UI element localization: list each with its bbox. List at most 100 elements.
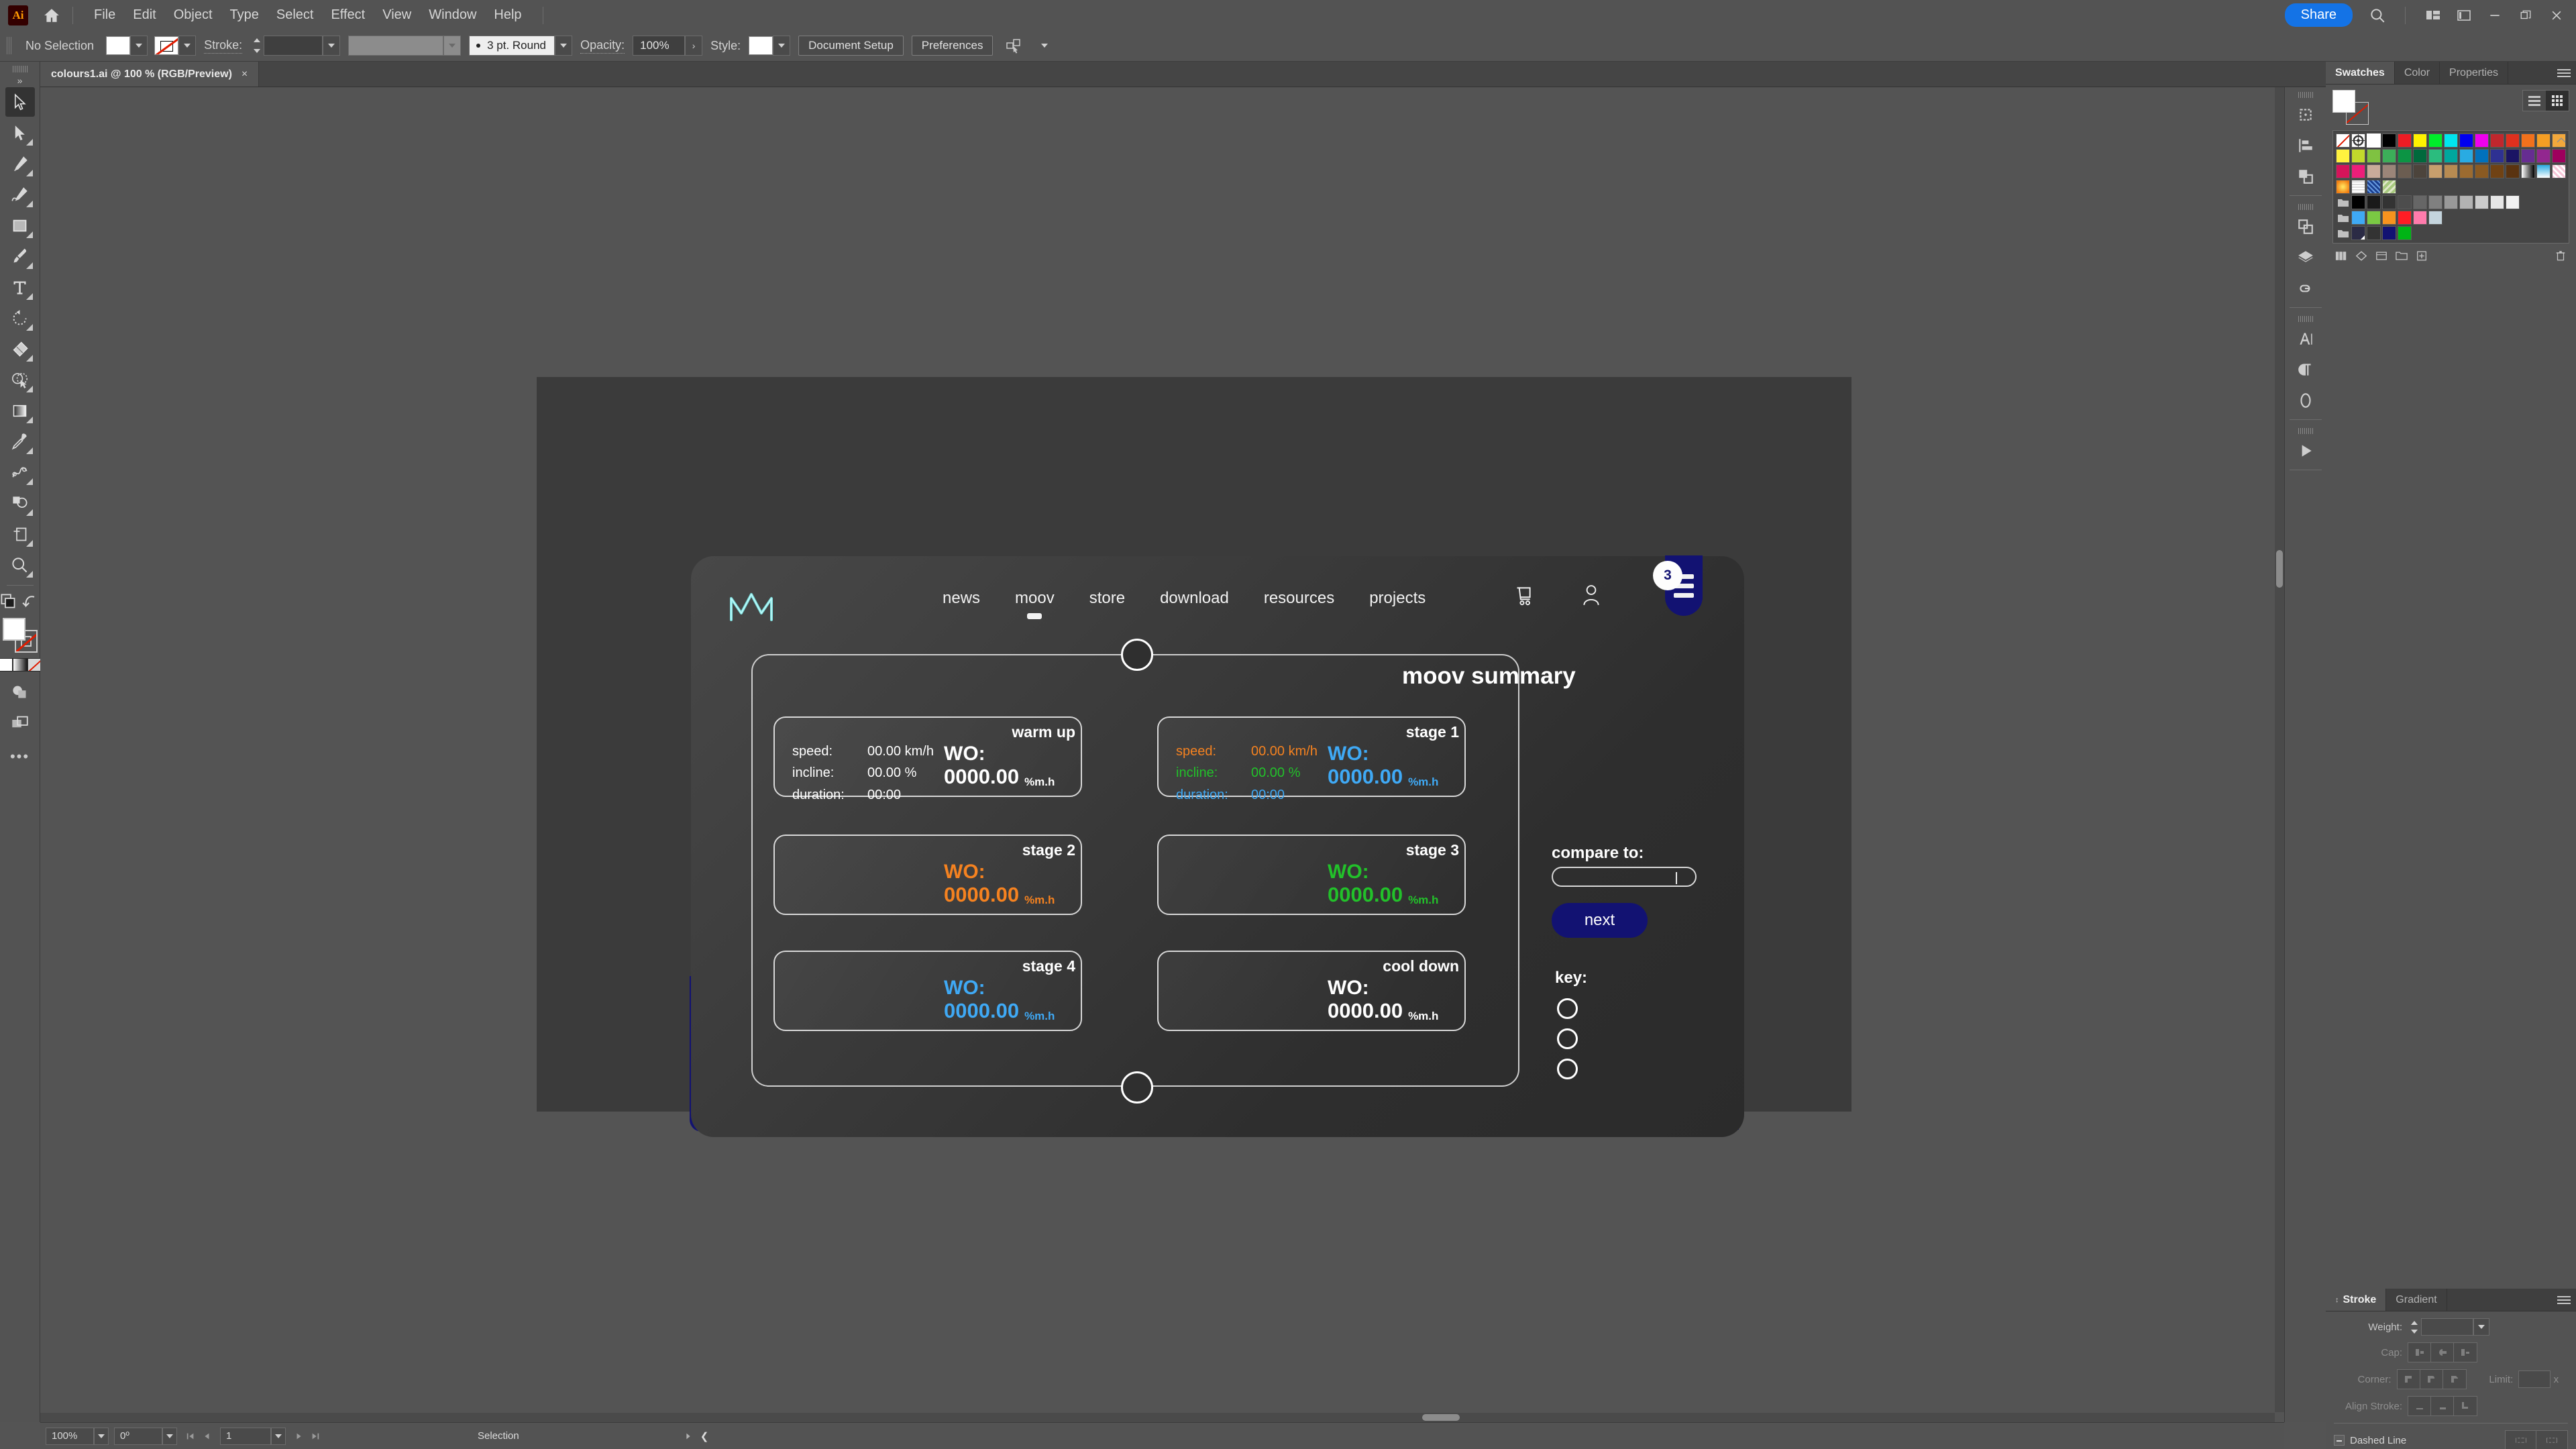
swatch-brand-pink[interactable] bbox=[2413, 211, 2427, 225]
swatch-dark-red[interactable] bbox=[2490, 133, 2504, 148]
weight-dropdown[interactable] bbox=[2473, 1318, 2489, 1336]
swatch-dark-brown[interactable] bbox=[2506, 164, 2520, 178]
swatch-grey-20[interactable] bbox=[2382, 195, 2396, 209]
swatch-brand-green[interactable] bbox=[2367, 211, 2381, 225]
key-swatch-2[interactable] bbox=[1557, 1028, 1578, 1049]
cart-icon[interactable] bbox=[1513, 584, 1533, 610]
swatch-options-icon[interactable] bbox=[2373, 248, 2390, 264]
compare-to-input[interactable] bbox=[1552, 867, 1697, 887]
bevel-join-button[interactable] bbox=[2443, 1370, 2466, 1389]
color-mode-gradient[interactable] bbox=[12, 658, 28, 672]
swatch-none[interactable] bbox=[2336, 133, 2350, 148]
share-button[interactable]: Share bbox=[2284, 3, 2353, 27]
variable-width-dropdown[interactable] bbox=[443, 36, 462, 56]
rail-grip-4[interactable] bbox=[2298, 428, 2313, 434]
nav-link-store[interactable]: store bbox=[1089, 589, 1125, 608]
swatch-blue[interactable] bbox=[2459, 133, 2473, 148]
swatch-pattern-dots[interactable] bbox=[2351, 180, 2365, 194]
swatch-umber[interactable] bbox=[2398, 164, 2412, 178]
workspace-switcher-icon[interactable] bbox=[2453, 4, 2475, 27]
stroke-color-dropdown[interactable] bbox=[178, 36, 197, 56]
menu-window[interactable]: Window bbox=[420, 5, 485, 25]
swatch-bronze[interactable] bbox=[2459, 164, 2473, 178]
horizontal-scroll-thumb[interactable] bbox=[1422, 1414, 1460, 1421]
align-center-button[interactable] bbox=[2408, 1397, 2431, 1415]
key-swatch-1[interactable] bbox=[1557, 998, 1578, 1019]
swatch-grey-70[interactable] bbox=[2459, 195, 2473, 209]
swatch-caramel[interactable] bbox=[2444, 164, 2458, 178]
card-stage-4[interactable]: stage 4 WO: 0000.00 %m.h bbox=[773, 951, 1082, 1031]
swatch-forest[interactable] bbox=[2398, 149, 2412, 163]
maximize-button[interactable] bbox=[2510, 5, 2541, 26]
canvas-vertical-scrollbar[interactable] bbox=[2275, 87, 2284, 1412]
direct-selection-tool[interactable] bbox=[5, 118, 35, 148]
actions-panel-icon[interactable] bbox=[2290, 435, 2321, 466]
stroke-weight-stepper[interactable] bbox=[250, 35, 264, 56]
swatch-pattern-pink[interactable] bbox=[2552, 164, 2566, 178]
nav-link-moov[interactable]: moov bbox=[1015, 589, 1055, 608]
fill-color-dropdown[interactable] bbox=[130, 36, 148, 56]
transform-panel-icon[interactable] bbox=[2290, 211, 2321, 242]
moov-logo-icon[interactable] bbox=[728, 586, 775, 624]
select-similar-objects-icon[interactable] bbox=[1002, 34, 1025, 57]
gradient-tool[interactable] bbox=[5, 396, 35, 425]
pen-tool[interactable] bbox=[5, 149, 35, 178]
swatch-dark-slate[interactable] bbox=[2351, 226, 2365, 240]
align-panel-icon[interactable] bbox=[2290, 130, 2321, 161]
swatch-sand[interactable] bbox=[2367, 164, 2381, 178]
butt-cap-button[interactable] bbox=[2408, 1343, 2431, 1362]
tab-stroke[interactable]: ↕ Stroke bbox=[2326, 1289, 2387, 1311]
drawing-modes-icon[interactable] bbox=[5, 677, 35, 706]
weight-field[interactable] bbox=[2421, 1318, 2473, 1336]
swatch-violet[interactable] bbox=[2521, 149, 2535, 163]
swatch-pattern-blue[interactable] bbox=[2367, 180, 2381, 194]
links-panel-icon[interactable] bbox=[2290, 273, 2321, 304]
swatch-red[interactable] bbox=[2398, 133, 2412, 148]
artboard-number-field[interactable]: 1 bbox=[220, 1427, 271, 1445]
swatch-scarlet[interactable] bbox=[2506, 133, 2520, 148]
swatch-accent-navy[interactable] bbox=[2382, 226, 2396, 240]
swatch-accent-green[interactable] bbox=[2398, 226, 2412, 240]
toolbar-grip[interactable] bbox=[12, 66, 28, 72]
status-menu-icon[interactable] bbox=[680, 1428, 696, 1445]
previous-artboard-icon[interactable] bbox=[199, 1428, 215, 1445]
rotation-field[interactable]: 0º bbox=[114, 1427, 162, 1445]
menu-type[interactable]: Type bbox=[221, 5, 268, 25]
graphic-style-swatch[interactable] bbox=[749, 36, 773, 55]
swatch-brown[interactable] bbox=[2490, 164, 2504, 178]
swatch-cyan[interactable] bbox=[2444, 133, 2458, 148]
swatch-grey-80[interactable] bbox=[2475, 195, 2489, 209]
zoom-tool[interactable] bbox=[5, 550, 35, 580]
curvature-tool[interactable] bbox=[5, 180, 35, 209]
rotation-dropdown[interactable] bbox=[162, 1427, 177, 1445]
align-inside-button[interactable] bbox=[2431, 1397, 2454, 1415]
status-resize-icon[interactable]: ❮ bbox=[700, 1430, 709, 1442]
account-icon[interactable] bbox=[1581, 584, 1601, 610]
swatch-leaf[interactable] bbox=[2367, 149, 2381, 163]
variable-width-profile-field[interactable] bbox=[348, 36, 444, 56]
vertical-scroll-thumb[interactable] bbox=[2276, 550, 2283, 588]
next-artboard-icon[interactable] bbox=[291, 1428, 307, 1445]
swatch-libraries-icon[interactable] bbox=[2332, 248, 2350, 264]
swatch-group-folder-icon-2[interactable] bbox=[2336, 211, 2350, 225]
menu-effect[interactable]: Effect bbox=[322, 5, 374, 25]
menu-object[interactable]: Object bbox=[165, 5, 221, 25]
swatch-gradient-bw[interactable] bbox=[2521, 164, 2535, 178]
close-icon[interactable]: × bbox=[241, 68, 248, 80]
swatch-grey-0[interactable] bbox=[2351, 195, 2365, 209]
swatch-brand-blue[interactable] bbox=[2351, 211, 2365, 225]
card-stage-2[interactable]: stage 2 WO: 0000.00 %m.h bbox=[773, 835, 1082, 915]
swatch-black[interactable] bbox=[2382, 133, 2396, 148]
swatch-orange[interactable] bbox=[2521, 133, 2535, 148]
layers-panel-icon[interactable] bbox=[2290, 242, 2321, 273]
swatch-cocoa[interactable] bbox=[2475, 164, 2489, 178]
menu-select[interactable]: Select bbox=[268, 5, 323, 25]
artboard-tool[interactable] bbox=[5, 519, 35, 549]
graphic-style-dropdown[interactable] bbox=[773, 36, 791, 56]
swatch-brand-orange[interactable] bbox=[2382, 211, 2396, 225]
paintbrush-tool[interactable] bbox=[5, 241, 35, 271]
swatch-green[interactable] bbox=[2428, 133, 2443, 148]
round-cap-button[interactable] bbox=[2431, 1343, 2454, 1362]
swatch-pine[interactable] bbox=[2413, 149, 2427, 163]
opacity-dropdown[interactable]: › bbox=[685, 36, 703, 56]
